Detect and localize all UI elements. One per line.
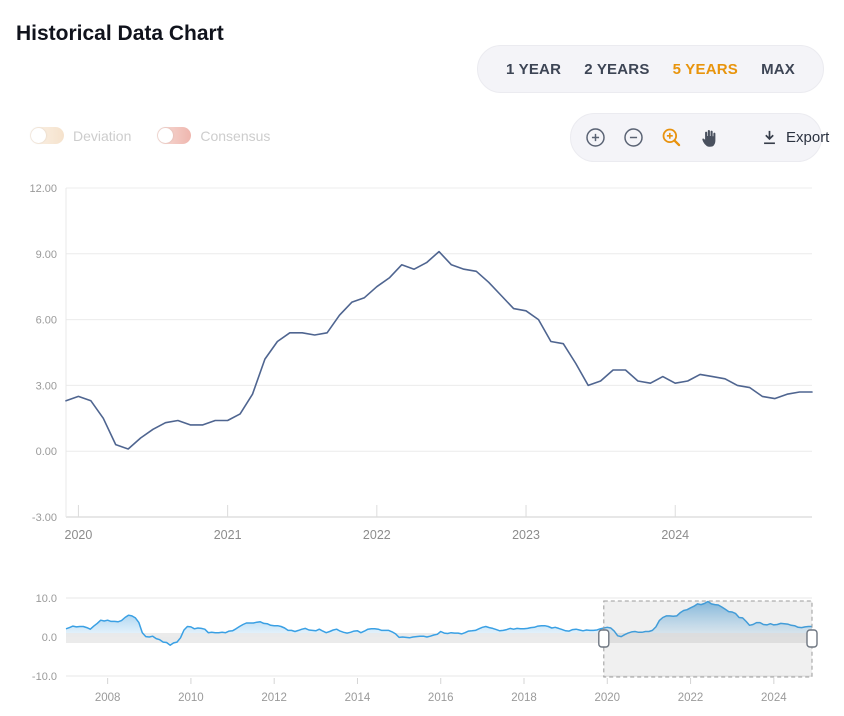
navigator-handle-left[interactable] <box>599 630 609 647</box>
main-y-tick-label: -3.00 <box>32 512 57 524</box>
range-button-1-year[interactable]: 1 YEAR <box>504 57 563 82</box>
nav-x-tick-label: 2010 <box>178 692 204 704</box>
main-y-tick-label: 9.00 <box>36 249 57 261</box>
deviation-label: Deviation <box>73 128 131 144</box>
main-y-tick-label: 12.00 <box>29 183 57 195</box>
nav-x-tick-label: 2018 <box>511 692 537 704</box>
legend-item-consensus: Consensus <box>157 127 270 144</box>
nav-y-tick-label: 0.0 <box>42 632 57 644</box>
chart-toolbar: Export <box>570 113 822 162</box>
range-selector: 1 YEAR 2 YEARS 5 YEARS MAX <box>477 45 824 93</box>
range-button-max[interactable]: MAX <box>759 57 797 82</box>
zoom-selection-button[interactable] <box>661 127 682 148</box>
nav-x-tick-label: 2016 <box>428 692 454 704</box>
pan-button[interactable] <box>699 127 720 148</box>
download-icon <box>760 128 779 147</box>
main-y-tick-label: 6.00 <box>36 315 57 327</box>
toggle-knob <box>31 128 46 143</box>
deviation-toggle[interactable] <box>30 127 64 144</box>
nav-x-tick-label: 2008 <box>95 692 121 704</box>
nav-x-tick-label: 2012 <box>261 692 287 704</box>
range-button-2-years[interactable]: 2 YEARS <box>582 57 651 82</box>
main-series-line <box>66 252 812 449</box>
main-x-tick-label: 2020 <box>65 528 93 542</box>
export-button[interactable]: Export <box>754 127 835 148</box>
main-x-tick-label: 2022 <box>363 528 391 542</box>
zoom-out-icon <box>623 127 644 148</box>
consensus-toggle[interactable] <box>157 127 191 144</box>
charts-canvas: 12.00 9.00 6.00 3.00 0.00 -3.00 2020 2021 2022 20… <box>0 0 844 716</box>
zoom-selection-icon <box>661 127 682 148</box>
legend-item-deviation: Deviation <box>30 127 131 144</box>
nav-x-tick-label: 2022 <box>678 692 704 704</box>
main-x-tick-label: 2024 <box>661 528 689 542</box>
consensus-label: Consensus <box>200 128 270 144</box>
export-label: Export <box>786 129 829 146</box>
nav-y-tick-label: -10.0 <box>32 671 57 683</box>
toggle-knob <box>158 128 173 143</box>
pan-hand-icon <box>699 127 720 148</box>
main-y-tick-label: 3.00 <box>36 380 57 392</box>
zoom-out-button[interactable] <box>623 127 644 148</box>
navigator-handle-right[interactable] <box>807 630 817 647</box>
page-title: Historical Data Chart <box>16 22 224 46</box>
nav-y-tick-label: 10.0 <box>36 593 57 605</box>
legend-toggles: Deviation Consensus <box>30 127 270 144</box>
zoom-in-icon <box>585 127 606 148</box>
navigator-selection-region[interactable] <box>604 601 812 677</box>
main-x-tick-label: 2023 <box>512 528 540 542</box>
nav-x-tick-label: 2024 <box>761 692 787 704</box>
nav-x-tick-label: 2014 <box>345 692 371 704</box>
historical-data-chart-widget: Historical Data Chart 1 YEAR 2 YEARS 5 Y… <box>0 0 844 716</box>
range-button-5-years[interactable]: 5 YEARS <box>671 57 740 82</box>
zoom-in-button[interactable] <box>585 127 606 148</box>
nav-x-tick-label: 2020 <box>594 692 620 704</box>
main-y-tick-label: 0.00 <box>36 446 57 458</box>
main-x-tick-label: 2021 <box>214 528 242 542</box>
